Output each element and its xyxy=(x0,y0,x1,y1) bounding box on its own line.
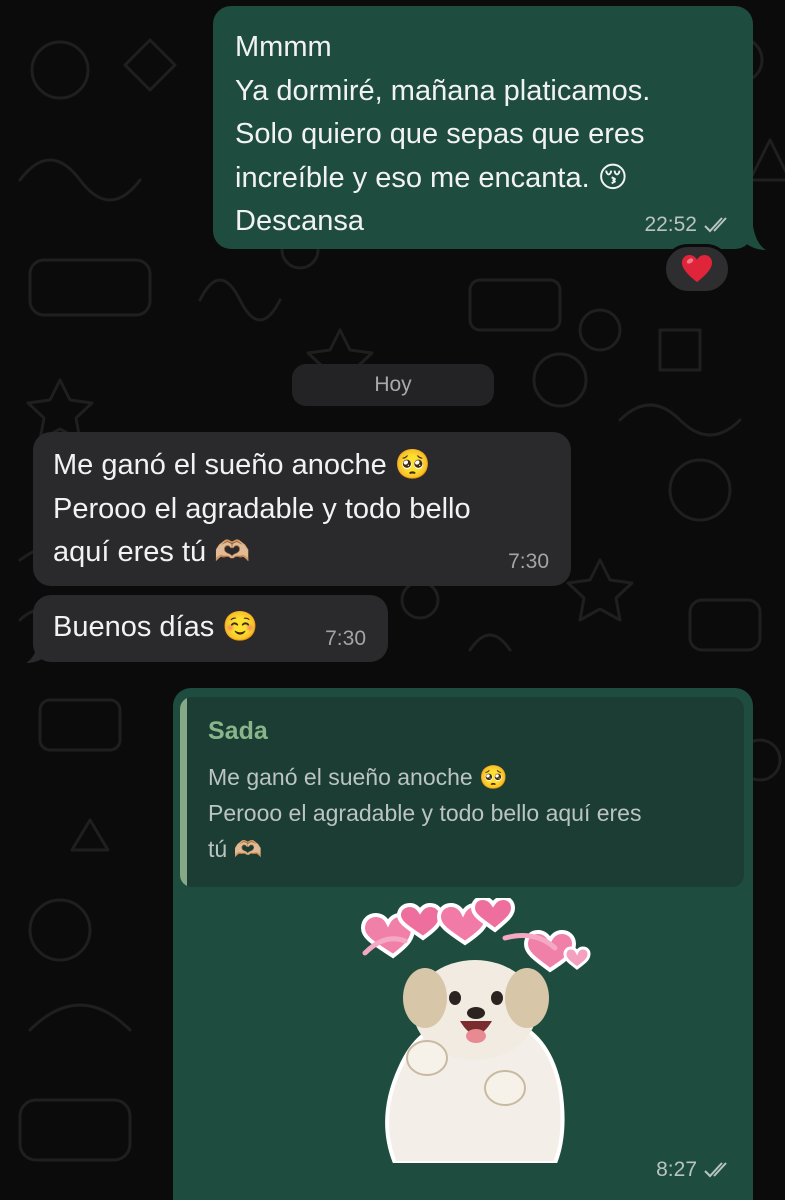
quote-text: Me ganó el sueño anoche 🥺 Perooo el agra… xyxy=(208,759,728,867)
message-line: Buenos días ☺️ xyxy=(53,611,259,643)
double-check-icon xyxy=(704,1162,727,1178)
date-divider: Hoy xyxy=(292,364,494,406)
quote-line: Me ganó el sueño anoche 🥺 xyxy=(208,764,508,790)
heart-icon xyxy=(682,255,712,282)
bubble-tail xyxy=(742,226,766,250)
message-time: 22:52 xyxy=(644,213,697,236)
message-meta: 7:30 xyxy=(508,550,549,574)
hearts-icon xyxy=(360,898,591,973)
message-meta: 8:27 xyxy=(656,1158,733,1182)
message-bubble-incoming[interactable]: Buenos días ☺️ 7:30 xyxy=(33,595,388,662)
message-time: 7:30 xyxy=(325,627,366,650)
quote-line: Perooo el agradable y todo bello aquí er… xyxy=(208,800,642,826)
puppy-sticker[interactable] xyxy=(355,898,595,1163)
quoted-message[interactable]: Sada Me ganó el sueño anoche 🥺 Perooo el… xyxy=(180,697,744,887)
message-line: Perooo el agradable y todo bello xyxy=(53,492,471,525)
reaction-badge[interactable] xyxy=(663,244,731,294)
quote-accent-bar xyxy=(180,697,187,887)
message-line: aquí eres tú 🫶🏼 xyxy=(53,536,251,568)
message-text: Me ganó el sueño anoche 🥺 Perooo el agra… xyxy=(53,444,551,575)
message-line: Me ganó el sueño anoche 🥺 xyxy=(53,449,431,481)
bubble-tail xyxy=(26,639,50,663)
message-line: Descansa xyxy=(235,205,364,237)
message-time: 7:30 xyxy=(508,550,549,573)
message-meta: 22:52 xyxy=(644,213,733,237)
message-text: Buenos días ☺️ xyxy=(53,606,368,650)
message-line: Mmmm xyxy=(235,31,332,63)
message-text: Mmmm Ya dormiré, mañana platicamos. Solo… xyxy=(235,26,731,244)
message-bubble-incoming[interactable]: Me ganó el sueño anoche 🥺 Perooo el agra… xyxy=(33,432,571,586)
double-check-icon xyxy=(704,217,727,233)
message-line: Ya dormiré, mañana platicamos. xyxy=(235,74,651,107)
chat-thread[interactable]: Mmmm Ya dormiré, mañana platicamos. Solo… xyxy=(0,0,785,1200)
message-line: increíble y eso me encanta. 😚 xyxy=(235,161,628,194)
quote-author: Sada xyxy=(208,717,268,745)
message-bubble-outgoing[interactable]: Mmmm Ya dormiré, mañana platicamos. Solo… xyxy=(213,6,753,249)
message-line: Solo quiero que sepas que eres xyxy=(235,118,645,150)
quote-line: tú 🫶🏼 xyxy=(208,836,263,862)
message-meta: 7:30 xyxy=(325,627,366,651)
message-time: 8:27 xyxy=(656,1158,697,1181)
